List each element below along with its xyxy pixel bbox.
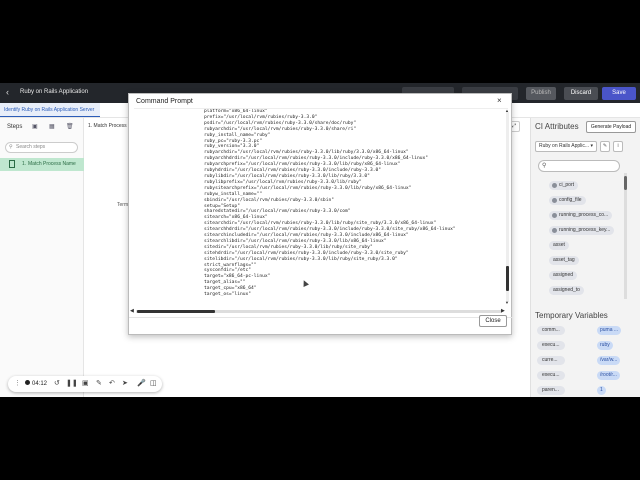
- command-prompt-dialog: Command Prompt × platform="x86_64-linux"…: [128, 93, 513, 335]
- scroll-left-icon[interactable]: ◀: [130, 308, 134, 314]
- scroll-right-icon[interactable]: ▶: [501, 308, 505, 314]
- scroll-thumb[interactable]: [137, 310, 215, 313]
- camera-icon[interactable]: ◫: [150, 379, 157, 387]
- recording-time-value: 04:12: [32, 381, 48, 387]
- pen-icon[interactable]: ✎: [96, 379, 102, 387]
- scroll-up-icon[interactable]: ▲: [505, 108, 509, 113]
- restart-icon[interactable]: ↺: [54, 379, 60, 387]
- undo-icon[interactable]: ↶: [109, 379, 115, 387]
- microphone-icon[interactable]: 🎤: [137, 379, 146, 387]
- stop-icon[interactable]: ▣: [82, 379, 89, 387]
- grip-icon[interactable]: ⋮: [14, 379, 21, 387]
- scroll-thumb[interactable]: [506, 266, 509, 291]
- cursor-icon[interactable]: ➤: [122, 379, 128, 387]
- close-button[interactable]: Close: [479, 315, 507, 327]
- dialog-title: Command Prompt: [136, 98, 193, 105]
- recording-time: 04:12: [25, 380, 47, 387]
- close-icon[interactable]: ×: [497, 96, 502, 105]
- pause-icon[interactable]: ❚❚: [66, 379, 78, 387]
- console-output: platform="x86_64-linux" prefix="/usr/loca…: [134, 108, 508, 306]
- divider: [129, 317, 513, 318]
- record-dot-icon: [25, 380, 30, 385]
- scroll-down-icon[interactable]: ▼: [505, 300, 509, 305]
- console-lines: platform="x86_64-linux" prefix="/usr/loca…: [204, 109, 456, 298]
- horizontal-scrollbar[interactable]: ◀ ▶: [129, 308, 513, 315]
- vertical-scrollbar[interactable]: ▲ ▼: [505, 108, 510, 306]
- modal-layer: Command Prompt × platform="x86_64-linux"…: [0, 0, 640, 480]
- console-line: target_os="linux": [204, 292, 252, 298]
- recording-toolbar: ⋮ 04:12 ↺ ❚❚ ▣ ✎ ↶ ➤ 🎤 ◫: [8, 376, 162, 392]
